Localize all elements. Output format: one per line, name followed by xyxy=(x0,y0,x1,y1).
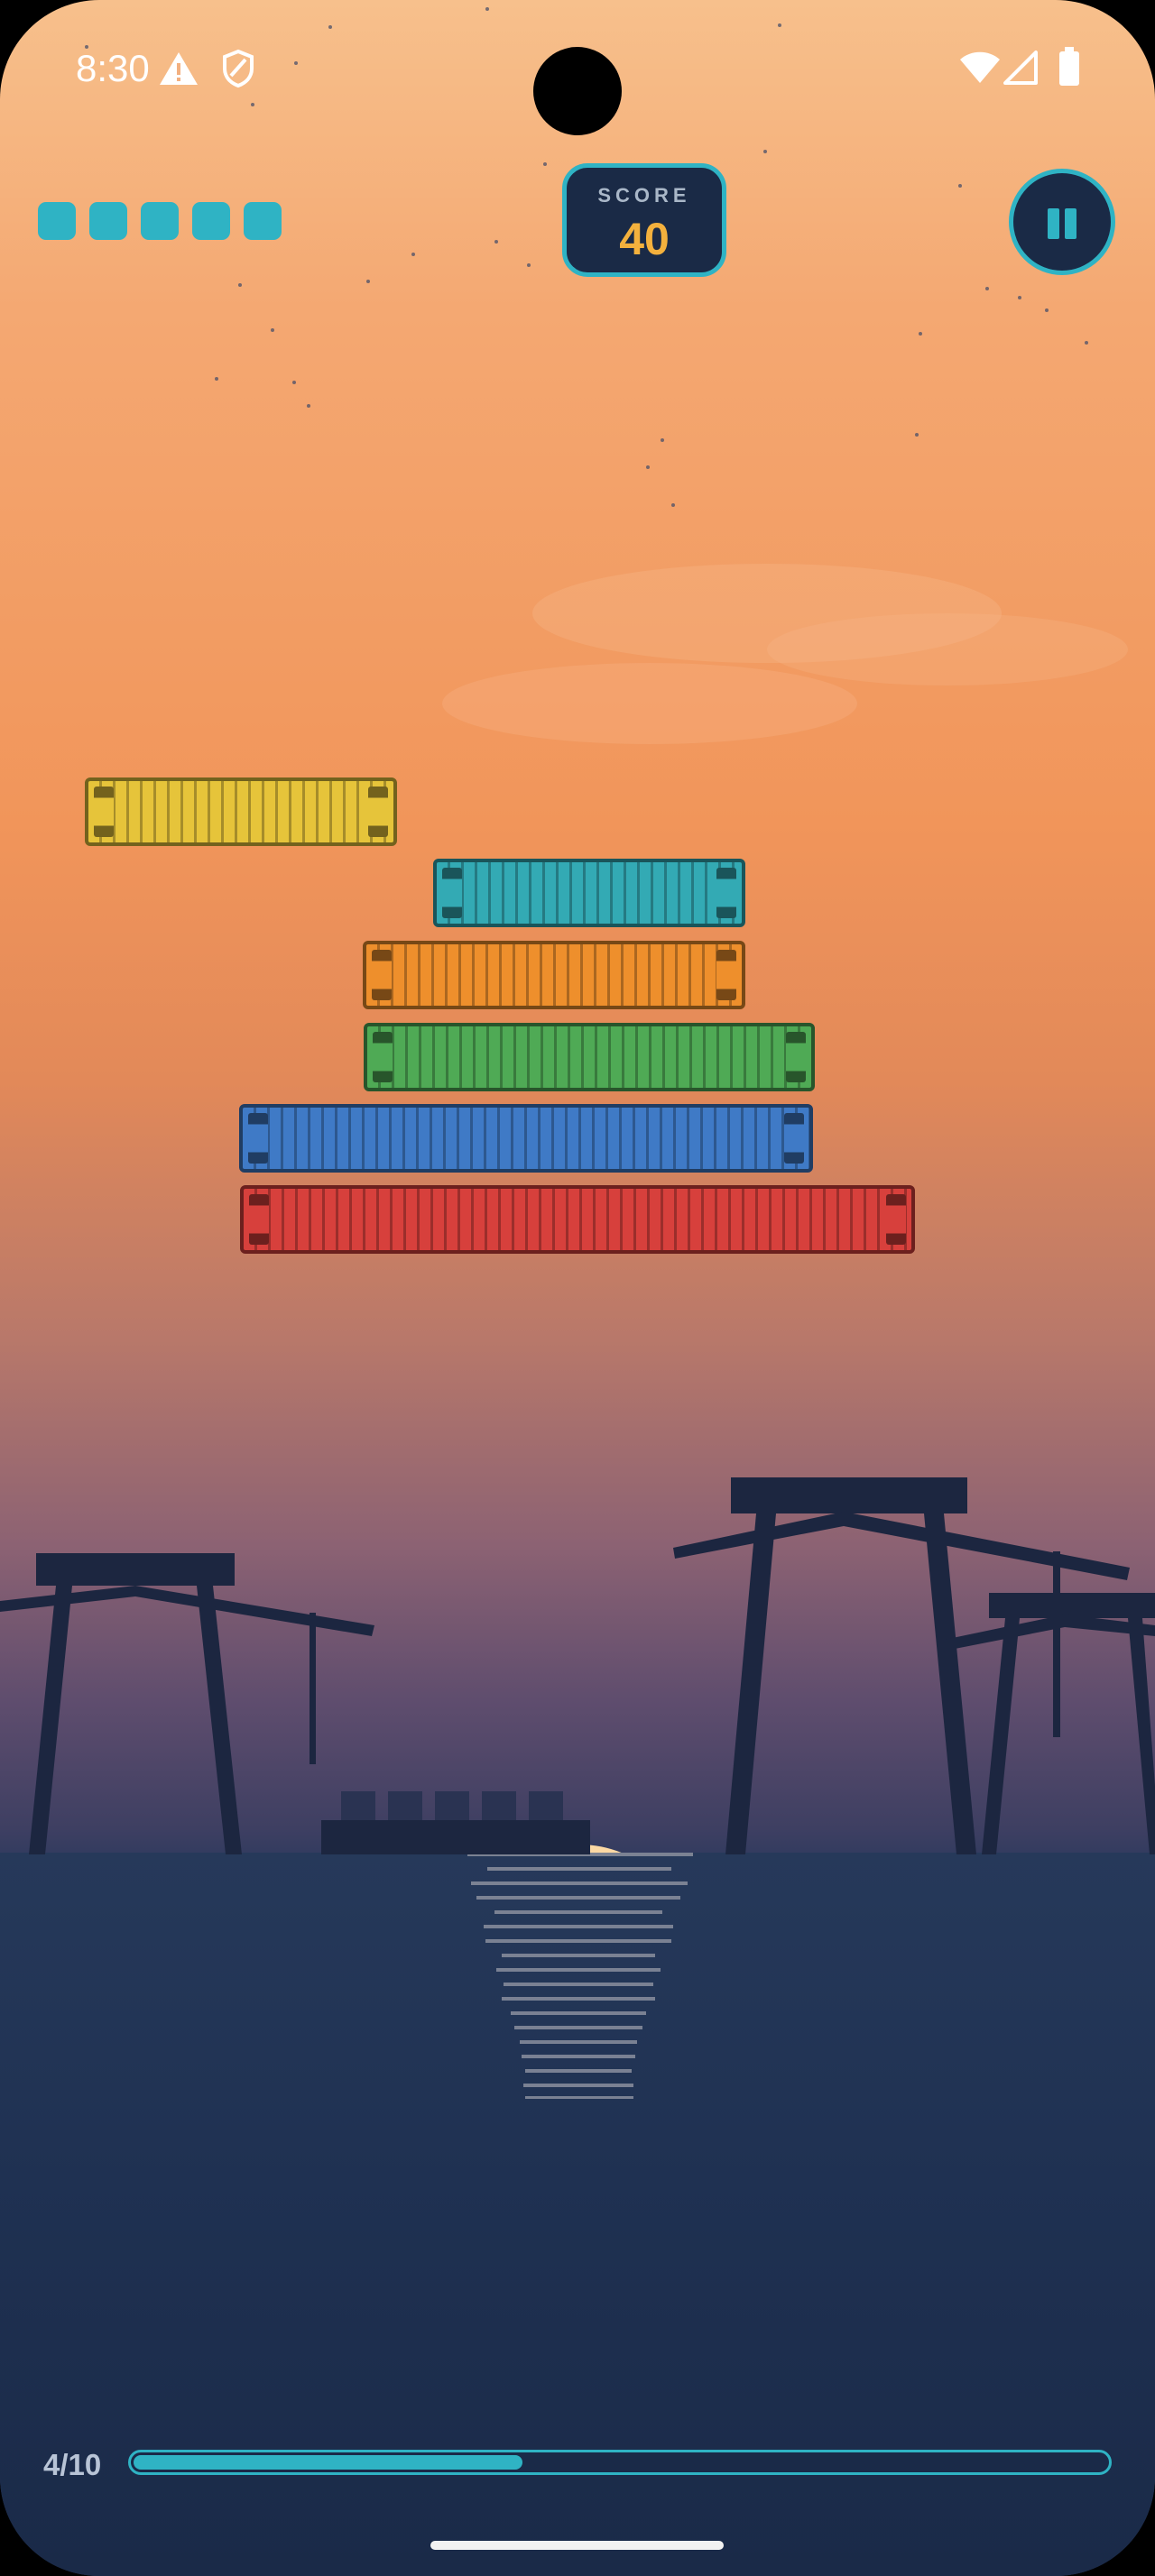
cargo-ship xyxy=(321,1791,590,1854)
container-corner xyxy=(368,787,388,837)
life-icon xyxy=(192,202,230,240)
wifi-icon xyxy=(960,51,1000,83)
life-icon xyxy=(89,202,127,240)
progress-bar xyxy=(128,2450,1112,2475)
cellular-signal-icon xyxy=(1003,51,1038,85)
container-corner xyxy=(442,868,462,918)
stacked-container xyxy=(364,1023,815,1091)
container-corner xyxy=(716,868,736,918)
score-panel: SCORE 40 xyxy=(562,163,726,277)
camera-cutout xyxy=(533,47,622,135)
warning-icon xyxy=(160,52,198,85)
game-screen[interactable]: 8:30 SCORE 40 4/10 xyxy=(0,0,1155,2576)
container-corner xyxy=(716,950,736,1000)
base-container xyxy=(240,1185,915,1254)
progress-label: 4/10 xyxy=(43,2448,102,2481)
clouds xyxy=(442,564,1128,744)
container-corner xyxy=(373,1032,393,1082)
stacked-container xyxy=(363,941,745,1009)
life-icon xyxy=(38,202,76,240)
shield-icon xyxy=(223,49,254,88)
swinging-container[interactable] xyxy=(85,777,397,846)
container-corner xyxy=(786,1032,806,1082)
score-label: SCORE xyxy=(597,184,691,207)
container-corner xyxy=(249,1194,269,1245)
stacked-container xyxy=(239,1104,813,1173)
container-corner xyxy=(784,1113,804,1164)
pause-button[interactable] xyxy=(1009,169,1115,275)
sun-reflection xyxy=(467,1853,693,2099)
progress-fill xyxy=(134,2455,522,2470)
home-indicator[interactable] xyxy=(430,2541,724,2550)
score-value: 40 xyxy=(619,214,670,264)
stacked-container xyxy=(433,859,745,927)
container-corner xyxy=(248,1113,268,1164)
life-icon xyxy=(141,202,179,240)
battery-icon xyxy=(1059,47,1079,86)
gantry-cranes xyxy=(0,1477,1155,1854)
status-time: 8:30 xyxy=(76,47,150,89)
life-icon xyxy=(244,202,282,240)
container-corner xyxy=(94,787,114,837)
container-corner xyxy=(372,950,392,1000)
container-corner xyxy=(886,1194,906,1245)
